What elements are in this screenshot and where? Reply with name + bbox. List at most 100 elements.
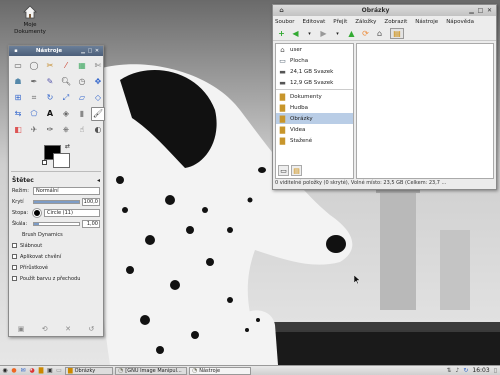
show-desktop-icon[interactable]: ▯ (494, 367, 497, 374)
menu-help[interactable]: Nápověda (446, 19, 474, 25)
close-icon[interactable]: ✕ (486, 7, 493, 14)
foreground-select-tool-icon[interactable]: ☗ (11, 75, 25, 89)
window-menu-icon[interactable]: ⌂ (278, 7, 285, 14)
maximize-icon[interactable]: □ (87, 48, 93, 54)
place-volume-1[interactable]: ▬ 24,1 GB Svazek (276, 66, 353, 77)
background-color-swatch[interactable] (53, 153, 70, 168)
chrome-launcher-icon[interactable]: ◕ (28, 367, 36, 375)
text-tool-icon[interactable]: A (43, 107, 57, 121)
bucket-fill-tool-icon[interactable]: ◈ (59, 107, 73, 121)
delete-options-icon[interactable]: ✕ (65, 325, 71, 333)
reset-colors-icon[interactable] (42, 160, 47, 165)
mail-launcher-icon[interactable]: ✉ (19, 367, 27, 375)
brush-name[interactable]: Circle (11) (44, 208, 100, 217)
rotate-tool-icon[interactable]: ↻ (43, 91, 57, 105)
opacity-value[interactable]: 100,0 (82, 197, 100, 206)
brush-preview-icon[interactable] (32, 207, 42, 218)
firefox-launcher-icon[interactable]: ● (10, 367, 18, 375)
place-volume-2[interactable]: ▬ 12,9 GB Svazek (276, 77, 353, 88)
incremental-option[interactable]: Přírůstkové (9, 262, 103, 273)
reset-options-icon[interactable]: ↺ (88, 325, 94, 333)
gradient-color-option[interactable]: Použít barvu z přechodu (9, 273, 103, 284)
clock[interactable]: 16:03 (472, 367, 489, 374)
path-bar-folder-icon[interactable]: ▤ (390, 28, 404, 39)
mode-select[interactable]: Normální (33, 186, 100, 195)
brush-dynamics-label[interactable]: Brush Dynamics (12, 232, 63, 238)
place-pictures[interactable]: ▇ Obrázky (276, 113, 353, 124)
start-menu-icon[interactable]: ◉ (1, 367, 9, 375)
measure-tool-icon[interactable]: ◷ (75, 75, 89, 89)
scale-slider[interactable] (33, 221, 80, 226)
menu-go[interactable]: Přejít (333, 19, 347, 25)
up-icon[interactable]: ▲ (346, 28, 357, 39)
ellipse-select-tool-icon[interactable]: ◯ (27, 59, 41, 73)
gradient-color-checkbox[interactable] (12, 276, 17, 281)
save-options-icon[interactable]: ▣ (18, 325, 25, 333)
desktop-icon-my-documents[interactable]: Moje Dokumenty (9, 5, 51, 35)
smudge-tool-icon[interactable]: ☝ (75, 123, 89, 137)
free-select-tool-icon[interactable]: ✂ (43, 59, 57, 73)
task-file-manager[interactable]: ▇ Obrázky (65, 366, 113, 375)
tool-options-menu-icon[interactable]: ◂ (97, 177, 100, 184)
eraser-tool-icon[interactable]: ◧ (11, 123, 25, 137)
jitter-option[interactable]: Aplikovat chvění (9, 251, 103, 262)
update-icon[interactable]: ↻ (463, 367, 468, 374)
new-tab-icon[interactable]: + (276, 28, 287, 39)
rect-select-tool-icon[interactable]: ▭ (11, 59, 25, 73)
place-music[interactable]: ▇ Hudba (276, 102, 353, 113)
swap-colors-icon[interactable]: ⇄ (65, 143, 70, 150)
color-picker-tool-icon[interactable]: ✎ (43, 75, 57, 89)
menu-bookmarks[interactable]: Záložky (355, 19, 376, 25)
maximize-icon[interactable]: □ (477, 7, 484, 14)
paintbrush-tool-icon[interactable]: 🖌︎ (91, 107, 105, 121)
menu-file[interactable]: Soubor (275, 19, 294, 25)
move-tool-icon[interactable]: ✥ (91, 75, 105, 89)
toolbox-titlebar[interactable]: ▪ Nástroje ▁ □ ✕ (9, 46, 103, 56)
place-home[interactable]: ⌂ user (276, 44, 353, 55)
tree-view-icon[interactable]: ▤ (291, 165, 302, 176)
minimize-icon[interactable]: ▁ (468, 7, 475, 14)
reload-icon[interactable]: ⟳ (360, 28, 371, 39)
airbrush-tool-icon[interactable]: ✈ (27, 123, 41, 137)
blend-tool-icon[interactable]: ▮ (75, 107, 89, 121)
jitter-checkbox[interactable] (12, 254, 17, 259)
menu-view[interactable]: Zobrazit (384, 19, 407, 25)
color-select-tool-icon[interactable]: ▦ (75, 59, 89, 73)
terminal-launcher-icon[interactable]: ▣ (46, 367, 54, 375)
fade-option[interactable]: Slábnout (9, 240, 103, 251)
scale-value[interactable]: 1,00 (82, 219, 100, 228)
back-dropdown-icon[interactable]: ▾ (304, 28, 315, 39)
perspective-tool-icon[interactable]: ◇ (91, 91, 105, 105)
cage-tool-icon[interactable]: ⬠ (27, 107, 41, 121)
close-icon[interactable]: ✕ (94, 48, 100, 54)
file-manager-titlebar[interactable]: ⌂ Obrázky ▁ □ ✕ (273, 5, 496, 16)
home-icon[interactable]: ⌂ (374, 28, 385, 39)
restore-options-icon[interactable]: ⟲ (42, 325, 48, 333)
forward-dropdown-icon[interactable]: ▾ (332, 28, 343, 39)
shear-tool-icon[interactable]: ▱ (75, 91, 89, 105)
files-launcher-icon[interactable]: ▇ (37, 367, 45, 375)
opacity-slider[interactable] (33, 199, 80, 204)
minimize-icon[interactable]: ▁ (80, 48, 86, 54)
menu-edit[interactable]: Editovat (302, 19, 325, 25)
crop-tool-icon[interactable]: ⌗ (27, 91, 41, 105)
align-tool-icon[interactable]: ⊞ (11, 91, 25, 105)
incremental-checkbox[interactable] (12, 265, 17, 270)
fade-checkbox[interactable] (12, 243, 17, 248)
network-icon[interactable]: ⇅ (446, 367, 451, 374)
scale-tool-icon[interactable]: ⤢ (59, 91, 73, 105)
paths-tool-icon[interactable]: ✒ (27, 75, 41, 89)
zoom-tool-icon[interactable]: 🔍︎ (59, 75, 73, 89)
file-view-pane[interactable] (356, 43, 494, 179)
forward-icon[interactable]: ▶ (318, 28, 329, 39)
places-view-icon[interactable]: ▭ (278, 165, 289, 176)
desktop-switch-icon[interactable]: ▭ (55, 367, 63, 375)
task-gimp-image[interactable]: ◔ [GNU Image Manipul... (115, 366, 187, 375)
place-downloads[interactable]: ▇ Stažené (276, 135, 353, 146)
volume-icon[interactable]: ♪ (456, 367, 460, 374)
scissors-tool-icon[interactable]: ✄ (91, 59, 105, 73)
flip-tool-icon[interactable]: ⇆ (11, 107, 25, 121)
back-icon[interactable]: ◀ (290, 28, 301, 39)
place-documents[interactable]: ▇ Dokumenty (276, 91, 353, 102)
ink-tool-icon[interactable]: ✑ (43, 123, 57, 137)
